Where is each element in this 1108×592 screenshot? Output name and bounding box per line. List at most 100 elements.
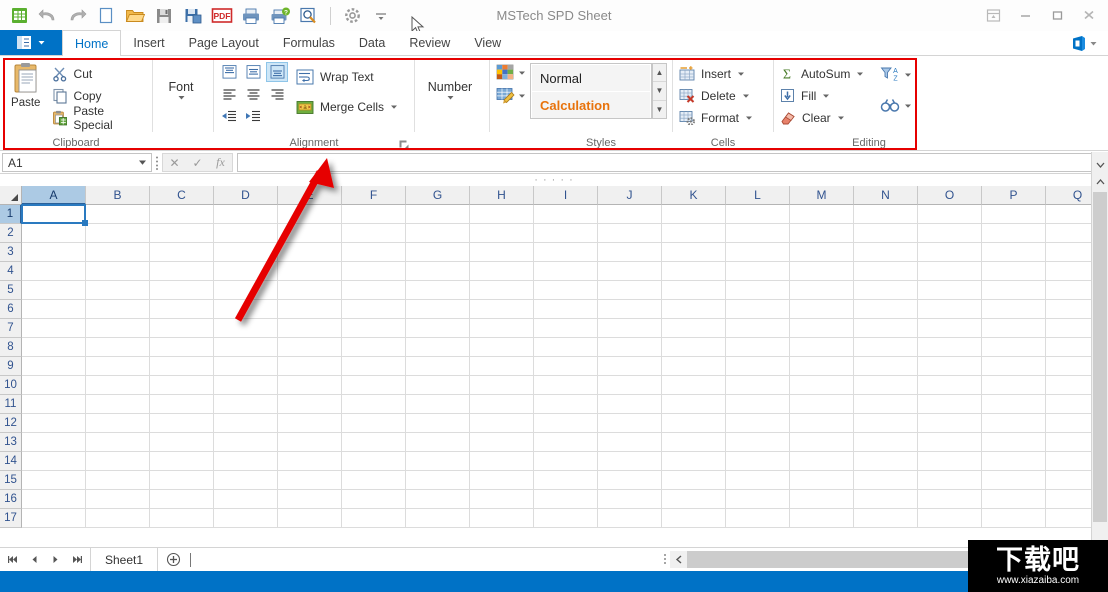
cell-J14[interactable]	[598, 452, 662, 471]
cell-H2[interactable]	[470, 224, 534, 243]
cell-G10[interactable]	[406, 376, 470, 395]
align-right-button[interactable]	[266, 84, 288, 104]
cell-A2[interactable]	[22, 224, 86, 243]
cell-I17[interactable]	[534, 509, 598, 528]
cell-N17[interactable]	[854, 509, 918, 528]
paste-button[interactable]: Paste	[0, 60, 52, 109]
cell-K3[interactable]	[662, 243, 726, 262]
cell-D9[interactable]	[214, 357, 278, 376]
cell-L1[interactable]	[726, 205, 790, 224]
ribbon-display-options-icon[interactable]	[978, 2, 1008, 28]
cell-styles-button[interactable]	[496, 87, 526, 104]
cell-L2[interactable]	[726, 224, 790, 243]
customize-qat-icon[interactable]	[368, 3, 394, 29]
cell-F3[interactable]	[342, 243, 406, 262]
tab-formulas[interactable]: Formulas	[271, 30, 347, 55]
cell-N16[interactable]	[854, 490, 918, 509]
cell-D2[interactable]	[214, 224, 278, 243]
cell-O14[interactable]	[918, 452, 982, 471]
cell-J6[interactable]	[598, 300, 662, 319]
cell-K1[interactable]	[662, 205, 726, 224]
align-center-button[interactable]	[242, 84, 264, 104]
cell-H13[interactable]	[470, 433, 534, 452]
cell-D6[interactable]	[214, 300, 278, 319]
cell-P16[interactable]	[982, 490, 1046, 509]
cell-L10[interactable]	[726, 376, 790, 395]
cell-A16[interactable]	[22, 490, 86, 509]
cell-O3[interactable]	[918, 243, 982, 262]
cell-G9[interactable]	[406, 357, 470, 376]
cell-B13[interactable]	[86, 433, 150, 452]
cell-H7[interactable]	[470, 319, 534, 338]
row-header-3[interactable]: 3	[0, 243, 22, 262]
row-header-12[interactable]: 12	[0, 414, 22, 433]
cell-M16[interactable]	[790, 490, 854, 509]
cell-D15[interactable]	[214, 471, 278, 490]
cell-M3[interactable]	[790, 243, 854, 262]
cell-H4[interactable]	[470, 262, 534, 281]
cell-E2[interactable]	[278, 224, 342, 243]
column-header-D[interactable]: D	[214, 186, 278, 205]
cell-I2[interactable]	[534, 224, 598, 243]
cell-C4[interactable]	[150, 262, 214, 281]
cell-J9[interactable]	[598, 357, 662, 376]
cell-N2[interactable]	[854, 224, 918, 243]
cell-M1[interactable]	[790, 205, 854, 224]
cell-I4[interactable]	[534, 262, 598, 281]
cell-B14[interactable]	[86, 452, 150, 471]
cell-N13[interactable]	[854, 433, 918, 452]
cell-G12[interactable]	[406, 414, 470, 433]
cell-F7[interactable]	[342, 319, 406, 338]
cell-C1[interactable]	[150, 205, 214, 224]
cell-B16[interactable]	[86, 490, 150, 509]
cell-L14[interactable]	[726, 452, 790, 471]
cell-F16[interactable]	[342, 490, 406, 509]
cell-E14[interactable]	[278, 452, 342, 471]
cell-F6[interactable]	[342, 300, 406, 319]
font-button[interactable]: Font	[153, 60, 209, 102]
name-box[interactable]: A1	[2, 153, 152, 172]
cell-C17[interactable]	[150, 509, 214, 528]
cell-J13[interactable]	[598, 433, 662, 452]
file-menu-button[interactable]	[0, 30, 62, 55]
cell-F12[interactable]	[342, 414, 406, 433]
cell-E9[interactable]	[278, 357, 342, 376]
cell-E11[interactable]	[278, 395, 342, 414]
cell-L12[interactable]	[726, 414, 790, 433]
cell-M8[interactable]	[790, 338, 854, 357]
cell-G7[interactable]	[406, 319, 470, 338]
cell-K13[interactable]	[662, 433, 726, 452]
cell-L8[interactable]	[726, 338, 790, 357]
quick-print-icon[interactable]: ?	[267, 3, 293, 29]
cell-J17[interactable]	[598, 509, 662, 528]
save-as-icon[interactable]	[180, 3, 206, 29]
autosum-button[interactable]: Σ AutoSum	[780, 64, 870, 83]
column-header-B[interactable]: B	[86, 186, 150, 205]
cell-I1[interactable]	[534, 205, 598, 224]
cell-M10[interactable]	[790, 376, 854, 395]
cell-C12[interactable]	[150, 414, 214, 433]
cell-K4[interactable]	[662, 262, 726, 281]
cell-F8[interactable]	[342, 338, 406, 357]
cell-F15[interactable]	[342, 471, 406, 490]
cancel-formula-button[interactable]: ✕	[163, 154, 186, 171]
cell-C3[interactable]	[150, 243, 214, 262]
cell-P6[interactable]	[982, 300, 1046, 319]
cell-C5[interactable]	[150, 281, 214, 300]
cell-I3[interactable]	[534, 243, 598, 262]
cell-M6[interactable]	[790, 300, 854, 319]
print-icon[interactable]	[238, 3, 264, 29]
row-header-17[interactable]: 17	[0, 509, 22, 528]
options-icon[interactable]	[339, 3, 365, 29]
vertical-scroll-thumb[interactable]	[1093, 192, 1107, 522]
cell-P4[interactable]	[982, 262, 1046, 281]
column-header-A[interactable]: A	[22, 186, 86, 205]
column-header-J[interactable]: J	[598, 186, 662, 205]
tab-data[interactable]: Data	[347, 30, 397, 55]
cell-A13[interactable]	[22, 433, 86, 452]
cell-P15[interactable]	[982, 471, 1046, 490]
cell-J1[interactable]	[598, 205, 662, 224]
cell-M14[interactable]	[790, 452, 854, 471]
split-bar-handle[interactable]: · · · · ·	[0, 174, 1108, 186]
previous-sheet-button[interactable]	[25, 550, 44, 570]
